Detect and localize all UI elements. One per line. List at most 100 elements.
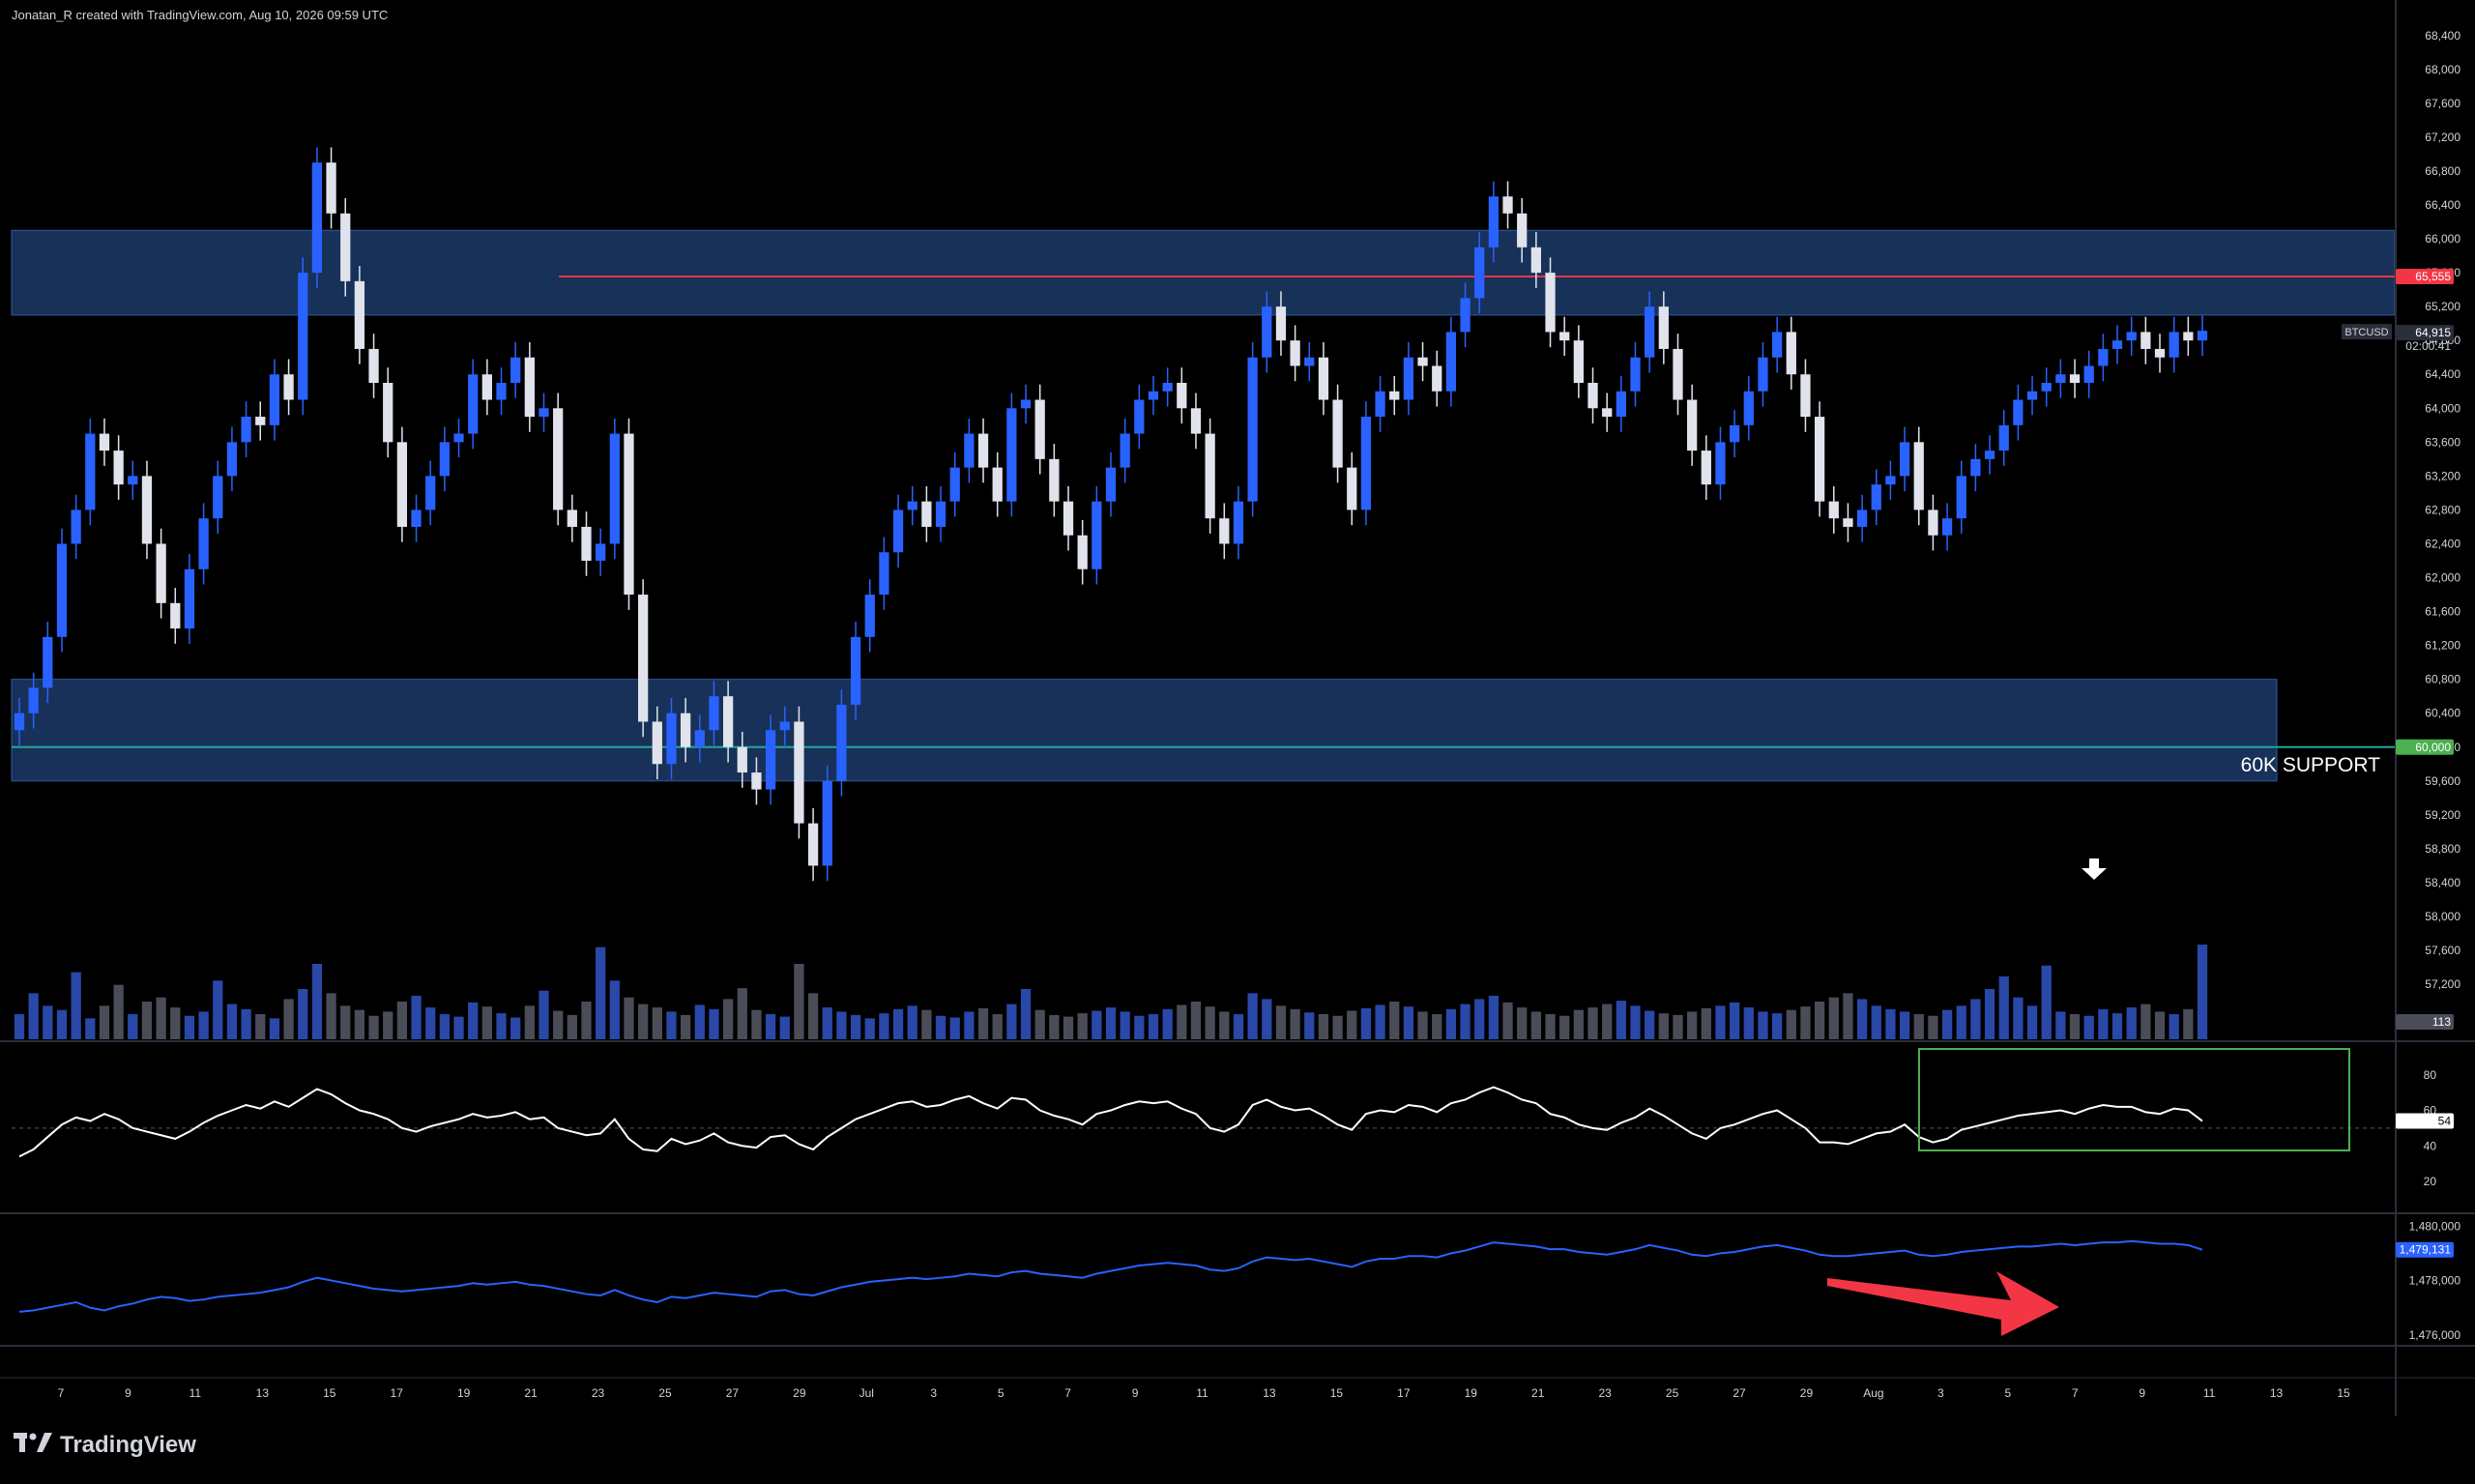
volume-bar [722, 999, 734, 1039]
price-tick-label: 62,400 [2425, 537, 2460, 550]
volume-bar [992, 1014, 1003, 1039]
obv-tick-label: 1,478,000 [2409, 1274, 2461, 1288]
candle-body [609, 433, 620, 544]
candle-body [779, 721, 790, 731]
volume-bar [765, 1014, 776, 1039]
volume-bar [1162, 1008, 1173, 1039]
tradingview-logo[interactable]: TradingView [14, 1431, 196, 1459]
volume-bar [1856, 999, 1868, 1039]
candle-body [1432, 365, 1442, 392]
time-tick-label: 3 [1937, 1386, 1944, 1400]
candle-body [1247, 357, 1258, 502]
candle-body [2041, 383, 2052, 392]
candle-body [794, 721, 804, 824]
obv-line[interactable] [18, 1239, 2203, 1313]
candle-body [510, 357, 521, 383]
rsi-line[interactable] [18, 1086, 2203, 1158]
annotations-layer [1827, 858, 2107, 1336]
volume-bar [1120, 1011, 1130, 1039]
rsi-highlight-box[interactable] [1918, 1048, 2350, 1151]
volume-bar [56, 1009, 68, 1039]
candle-body [1474, 247, 1485, 299]
time-tick-label: 15 [323, 1386, 336, 1400]
candle-body [879, 552, 889, 596]
candle-body [28, 687, 39, 713]
candle-body [1602, 408, 1613, 418]
price-tick-label: 58,800 [2425, 842, 2460, 856]
volume-bar [1715, 1005, 1726, 1039]
volume-bar [1275, 1005, 1287, 1039]
time-tick-label: Jul [859, 1386, 874, 1400]
upper-resistance-zone[interactable] [11, 229, 2396, 316]
attribution-text: Jonatan_R created with TradingView.com, … [12, 8, 389, 22]
volume-bar [1290, 1008, 1300, 1039]
time-tick-label: 13 [2270, 1386, 2284, 1400]
volume-bar [1743, 1007, 1754, 1039]
candle-body [2098, 348, 2109, 366]
volume-bar [2140, 1004, 2151, 1039]
time-tick-label: 11 [189, 1386, 202, 1400]
volume-bar [1616, 1001, 1626, 1039]
volume-bar [1517, 1007, 1528, 1039]
candle-body [1928, 509, 1938, 536]
volume-bar [1502, 1002, 1513, 1039]
candle-body [1063, 501, 1074, 536]
candle-body [85, 433, 96, 510]
candle-body [553, 408, 564, 510]
volume-bar [524, 1005, 535, 1039]
volume-bar [481, 1006, 492, 1039]
candle-body [1460, 298, 1470, 333]
volume-bar [779, 1016, 790, 1039]
volume-bar [311, 964, 323, 1039]
volume-bar [1559, 1015, 1570, 1039]
chart-root[interactable]: 60K SUPPORT 68,400 68,000 67,600 67,200 66,8… [0, 0, 2475, 1479]
volume-bar [1701, 1007, 1711, 1039]
volume-bar [2041, 965, 2052, 1039]
volume-bar [1020, 989, 1032, 1039]
candle-body [1219, 518, 1230, 544]
volume-bar [453, 1016, 464, 1039]
lower-support-zone[interactable] [11, 679, 2278, 782]
volume-bar [794, 964, 804, 1039]
time-tick-label: 19 [1465, 1386, 1478, 1400]
candle-body [1743, 391, 1754, 425]
time-tick-label: 25 [1666, 1386, 1679, 1400]
volume-bar [638, 1004, 649, 1039]
volume-bar [213, 980, 223, 1039]
time-tick-label: 9 [2139, 1386, 2145, 1400]
volume-bar [822, 1007, 832, 1039]
candle-body [652, 721, 662, 765]
candle-body [694, 730, 705, 747]
candle-body [14, 713, 25, 731]
volume-bar [28, 993, 39, 1039]
volume-bar [949, 1017, 960, 1039]
time-tick-label: Aug [1863, 1386, 1883, 1400]
price-tick-label: 68,000 [2425, 63, 2460, 76]
candle-body [709, 696, 719, 731]
price-tick-label: 67,200 [2425, 131, 2460, 144]
candle-body [113, 451, 124, 485]
candle-body [722, 696, 734, 747]
price-tick-label: 67,600 [2425, 97, 2460, 110]
candle-body [2013, 399, 2024, 425]
volume-bar [921, 1009, 932, 1039]
volume-bar [1077, 1013, 1088, 1039]
volume-bar [184, 1015, 195, 1039]
candle-body [1517, 213, 1528, 247]
volume-bar [468, 1002, 479, 1039]
chart-svg[interactable]: 60K SUPPORT 68,400 68,000 67,600 67,200 66,8… [0, 0, 2475, 1479]
volume-bar [383, 1011, 393, 1039]
candle-body [1673, 348, 1683, 400]
candle-body [1814, 417, 1825, 502]
volume-bar [1177, 1004, 1187, 1039]
volume-bar [1645, 1010, 1655, 1039]
candle-body [1545, 273, 1556, 333]
candle-body [1488, 196, 1500, 247]
candle-body [1049, 458, 1060, 502]
volume-bar [1092, 1010, 1102, 1039]
candle-body [255, 417, 266, 425]
volume-bar [141, 1002, 153, 1039]
time-tick-label: 29 [1800, 1386, 1814, 1400]
time-tick-label: 21 [524, 1386, 538, 1400]
volume-bar [2197, 945, 2208, 1039]
